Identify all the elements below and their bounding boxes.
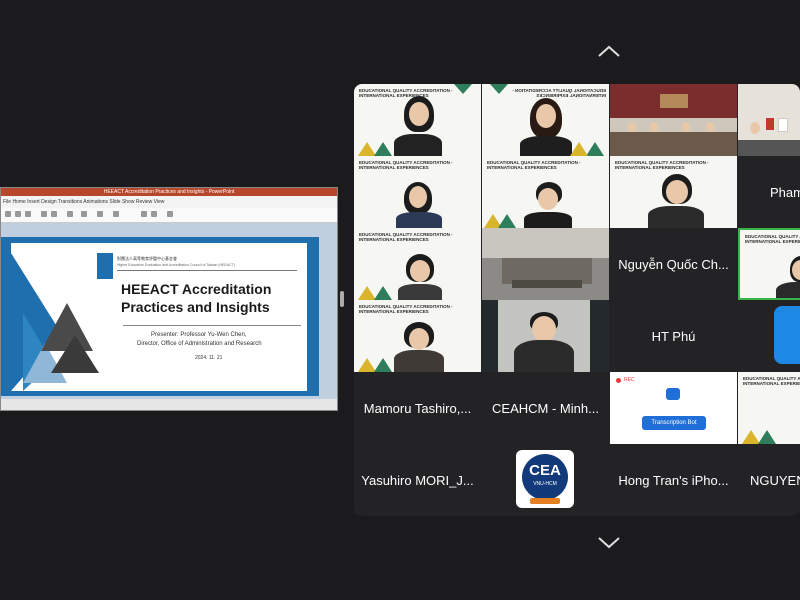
participant-tile[interactable]: EDUCATIONAL QUALITY ACCREDITATION - INTE…: [354, 84, 481, 156]
participant-tile[interactable]: CEAHCM - Minh...: [482, 372, 609, 444]
tile-banner: EDUCATIONAL QUALITY ACCREDITATION - INTE…: [359, 232, 453, 242]
tile-banner: EDUCATIONAL QUALITY ACCREDITATION - INTE…: [512, 88, 606, 98]
participant-tile[interactable]: Mamoru Tashiro,...: [354, 372, 481, 444]
org-name-zh: 財團法人高等教育評鑑中心基金會: [117, 256, 177, 261]
chevron-up-icon: [598, 45, 620, 57]
participant-name: Nguyễn Quốc Ch...: [618, 256, 729, 272]
slide-date: 2024. 11. 21: [195, 355, 223, 361]
cea-logo: CEA VNU-HCM: [516, 450, 574, 508]
participant-tile[interactable]: NGUYEN: [738, 444, 800, 516]
tile-banner: EDUCATIONAL QUALITY ACCREDITATION - INTE…: [745, 234, 800, 244]
slide-title-line1: HEEACT Accreditation: [121, 281, 272, 297]
participant-gallery: EDUCATIONAL QUALITY ACCREDITATION - INTE…: [354, 84, 800, 516]
page-down-button[interactable]: [597, 536, 621, 555]
participant-tile[interactable]: Pham: [738, 156, 800, 228]
slide-title-line2: Practices and Insights: [121, 299, 270, 315]
slide: 2024 財團法人高等教育評鑑中心基金會 Higher Education Ev…: [1, 237, 319, 396]
status-bar: [1, 399, 337, 410]
cea-logo-subtext: VNU-HCM: [533, 481, 557, 487]
transcription-bot-badge: Transcription Bot: [642, 416, 706, 430]
window-title: HEEACT Accreditation Practices and Insig…: [1, 188, 337, 196]
participant-tile[interactable]: Hong Tran's iPho...: [610, 444, 737, 516]
participant-tile[interactable]: [482, 300, 609, 372]
participant-name: NGUYEN: [750, 472, 800, 488]
participant-tile[interactable]: [610, 84, 737, 156]
slide-year: 2024: [43, 261, 72, 276]
participant-tile[interactable]: EDUCATIONAL QUALITY ACCREDITATION - INTE…: [354, 228, 481, 300]
tile-banner: EDUCATIONAL QUALITY ACCREDITATION - INTE…: [487, 160, 581, 170]
participant-name: CEAHCM - Minh...: [492, 400, 599, 416]
participant-tile-active-speaker[interactable]: EDUCATIONAL QUALITY ACCREDITATION - INTE…: [738, 228, 800, 300]
participant-tile[interactable]: [738, 84, 800, 156]
avatar: [774, 306, 800, 364]
participant-tile[interactable]: EDUCATIONAL QUALITY ACCREDITATION - INTE…: [482, 84, 609, 156]
ribbon-tabs: File Home Insert Design Transitions Anim…: [1, 196, 337, 208]
slide-presenter: Presenter: Professor Yu-Wen Chen,: [151, 332, 247, 338]
participant-tile[interactable]: EDUCATIONAL QUALITY ACCREDITATION - INTE…: [482, 156, 609, 228]
tile-banner: EDUCATIONAL QUALITY ACCREDITATION - INTE…: [359, 304, 453, 314]
chevron-down-icon: [598, 537, 620, 549]
record-icon: [616, 377, 621, 383]
participant-tile[interactable]: [482, 228, 609, 300]
participant-tile[interactable]: [738, 300, 800, 372]
participant-tile[interactable]: EDUCATIONAL QUALITY ACCREDITATION - INTE…: [738, 372, 800, 444]
participant-tile[interactable]: Nguyễn Quốc Ch...: [610, 228, 737, 300]
slide-role: Director, Office of Administration and R…: [137, 341, 262, 347]
participant-tile-bot[interactable]: REC Transcription Bot: [610, 372, 737, 444]
participant-name: Hong Tran's iPho...: [618, 472, 729, 488]
rec-label: REC: [624, 377, 635, 383]
participant-tile[interactable]: EDUCATIONAL QUALITY ACCREDITATION - INTE…: [354, 300, 481, 372]
participant-name: Pham: [770, 184, 800, 200]
tile-banner: EDUCATIONAL QUALITY ACCREDITATION - INTE…: [743, 376, 800, 386]
participant-name: Yasuhiro MORI_J...: [361, 472, 474, 488]
slide-content: 2024 財團法人高等教育評鑑中心基金會 Higher Education Ev…: [11, 243, 307, 391]
participant-tile[interactable]: CEA VNU-HCM: [482, 444, 609, 516]
tile-banner: EDUCATIONAL QUALITY ACCREDITATION - INTE…: [615, 160, 709, 170]
ribbon-toolbar: [1, 208, 337, 223]
participant-name: HT Phú: [651, 328, 696, 344]
cea-logo-text: CEA: [529, 462, 561, 479]
org-logo: [97, 253, 113, 279]
tile-banner: EDUCATIONAL QUALITY ACCREDITATION - INTE…: [359, 160, 453, 170]
org-name-en: Higher Education Evaluation and Accredit…: [117, 263, 235, 267]
participant-tile[interactable]: EDUCATIONAL QUALITY ACCREDITATION - INTE…: [610, 156, 737, 228]
participant-name: Mamoru Tashiro,...: [363, 400, 472, 416]
slide-canvas: 2024 財團法人高等教育評鑑中心基金會 Higher Education Ev…: [1, 223, 337, 399]
splitter-handle[interactable]: [340, 291, 344, 307]
shared-screen[interactable]: HEEACT Accreditation Practices and Insig…: [0, 187, 338, 411]
participant-tile[interactable]: Yasuhiro MORI_J...: [354, 444, 481, 516]
participant-tile[interactable]: EDUCATIONAL QUALITY ACCREDITATION - INTE…: [354, 156, 481, 228]
bot-icon: [666, 388, 680, 400]
page-up-button[interactable]: [597, 44, 621, 63]
participant-tile[interactable]: HT Phú: [610, 300, 737, 372]
